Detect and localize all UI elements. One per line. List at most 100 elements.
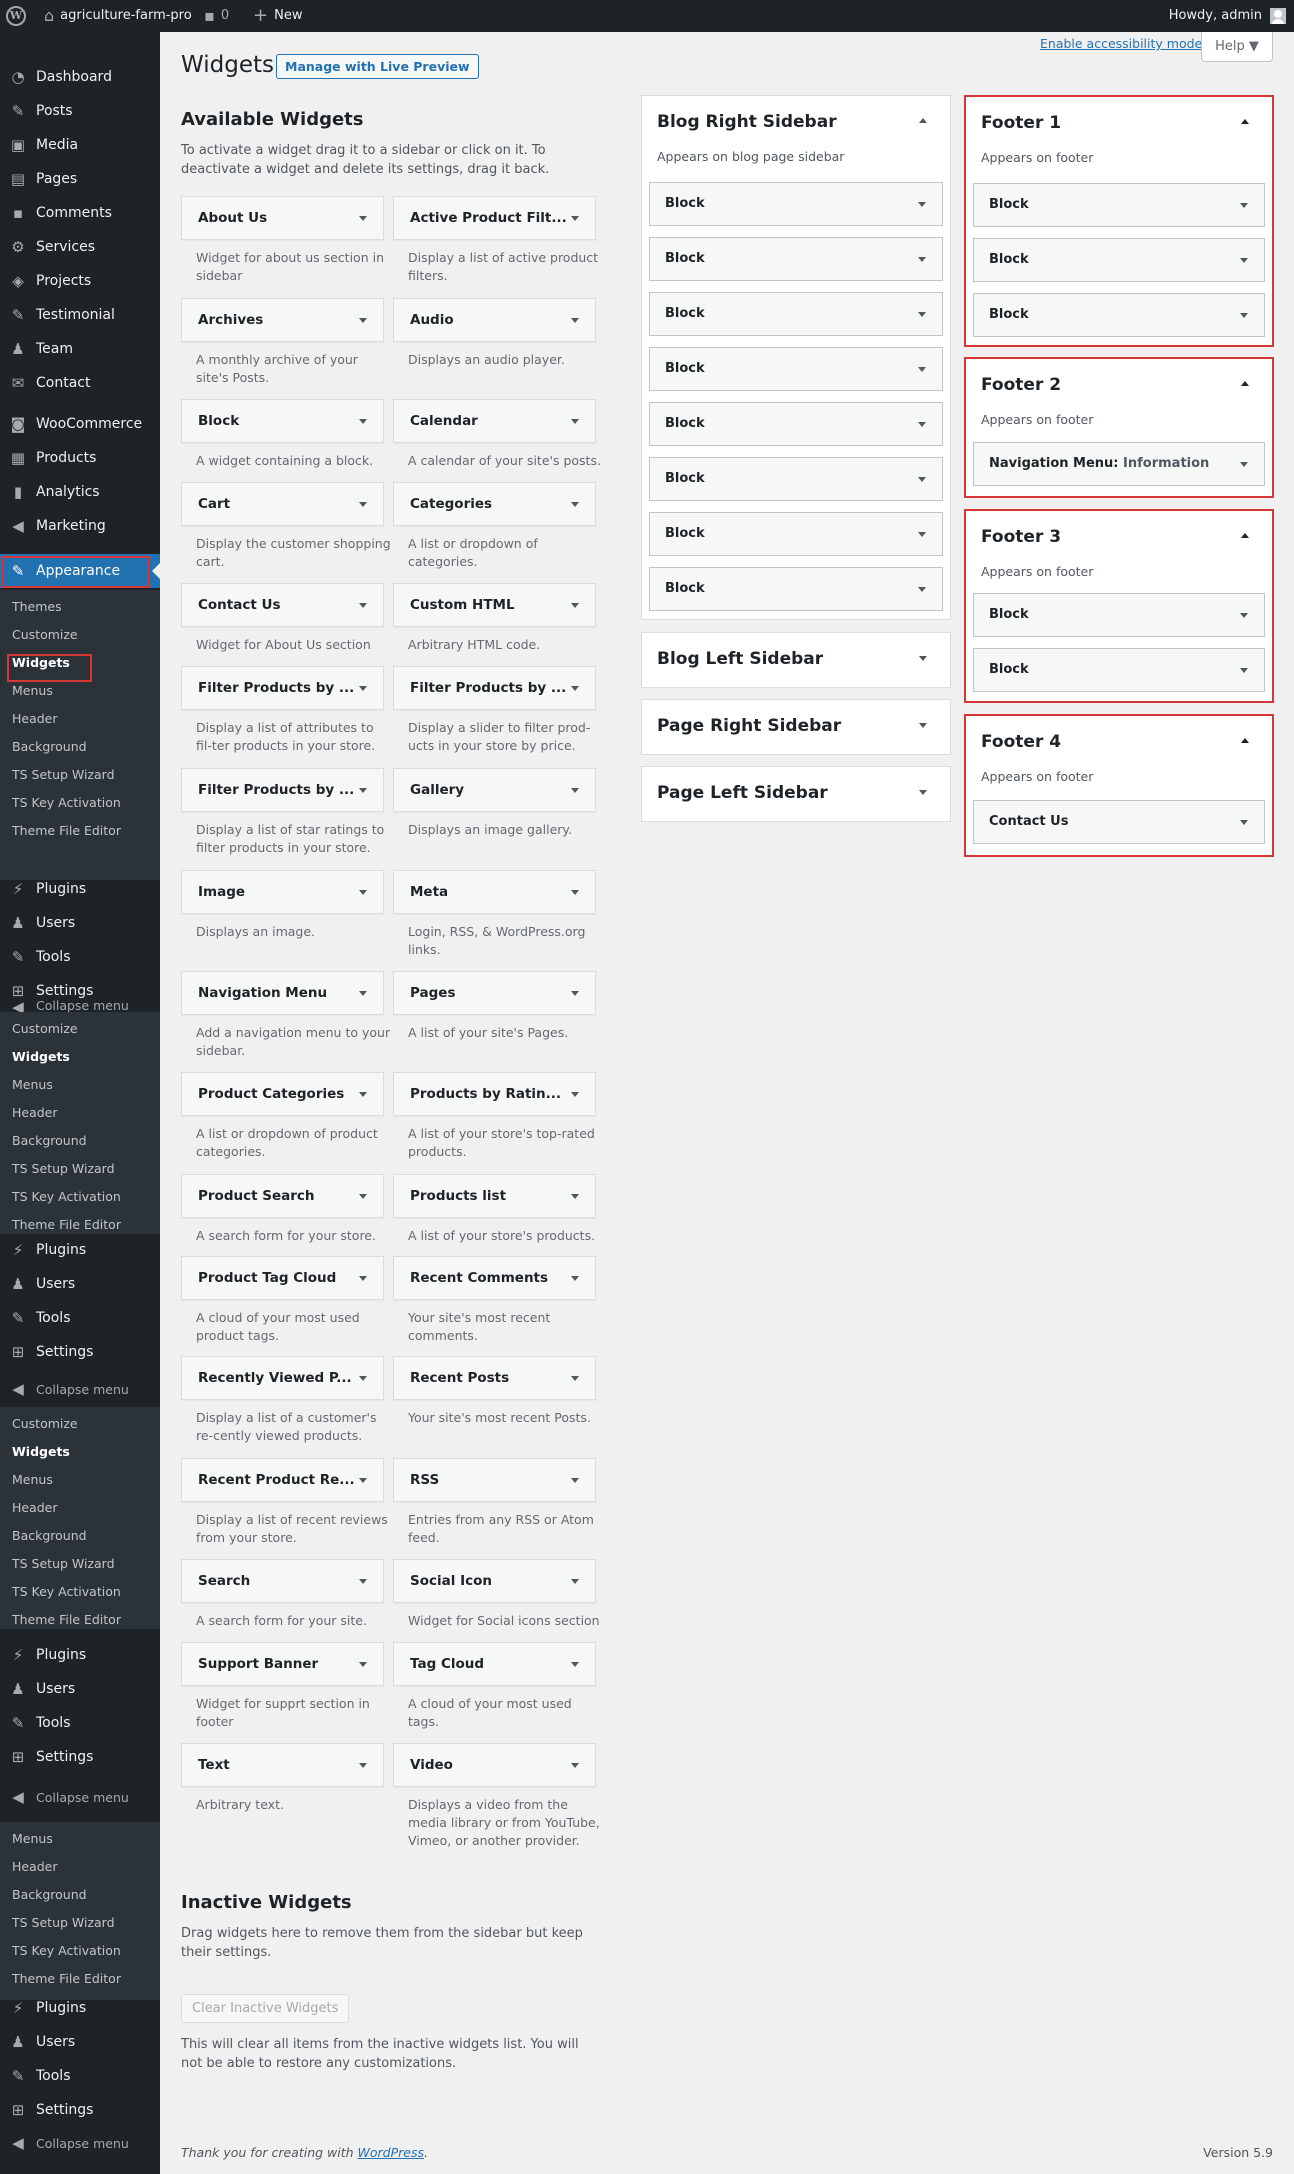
collapse-arrow-icon[interactable]: [919, 118, 927, 123]
chevron-down-icon[interactable]: [359, 788, 367, 793]
submenu-item-header[interactable]: Header: [12, 1102, 58, 1124]
chevron-down-icon[interactable]: [359, 603, 367, 608]
footer-1-sidebar[interactable]: Footer 1 Appears on footer Block Block Blo…: [964, 95, 1274, 347]
sidebar-widget[interactable]: Block: [649, 347, 943, 391]
chevron-down-icon[interactable]: [918, 367, 926, 372]
widget-product-categories[interactable]: Product Categories: [181, 1072, 384, 1116]
wordpress-link[interactable]: WordPress: [358, 2145, 424, 2160]
widget-product-tag-cloud[interactable]: Product Tag Cloud: [181, 1256, 384, 1300]
submenu-item-menus[interactable]: Menus: [12, 1469, 53, 1491]
submenu-item-customize[interactable]: Customize: [12, 624, 78, 646]
widget-text[interactable]: Text: [181, 1743, 384, 1787]
blog-left-sidebar[interactable]: Blog Left Sidebar: [641, 632, 951, 688]
sidebar-widget[interactable]: Contact Us: [973, 800, 1265, 844]
chevron-down-icon[interactable]: [359, 502, 367, 507]
widget-calendar[interactable]: Calendar: [393, 399, 596, 443]
submenu-item-menus[interactable]: Menus: [12, 680, 53, 702]
collapse-arrow-icon[interactable]: [1241, 381, 1249, 386]
menu-item-woocommerce[interactable]: ◙ WooCommerce: [0, 407, 160, 441]
menu-item-settings[interactable]: ⊞ Settings: [0, 1335, 160, 1369]
menu-item-plugins[interactable]: ⚡ Plugins: [0, 872, 160, 906]
submenu-item-ts-setup-wizard[interactable]: TS Setup Wizard: [12, 1158, 115, 1180]
chevron-down-icon[interactable]: [571, 1194, 579, 1199]
chevron-down-icon[interactable]: [571, 788, 579, 793]
menu-item-contact[interactable]: ✉ Contact: [0, 366, 160, 400]
widget-social-icon[interactable]: Social Icon: [393, 1559, 596, 1603]
menu-item-media[interactable]: ▣ Media: [0, 128, 160, 162]
chevron-down-icon[interactable]: [571, 603, 579, 608]
site-name-link[interactable]: ⌂ agriculture-farm-pro: [44, 0, 192, 32]
sidebar-widget[interactable]: Block: [649, 292, 943, 336]
chevron-down-icon[interactable]: [571, 686, 579, 691]
sidebar-widget[interactable]: Block: [649, 567, 943, 611]
chevron-down-icon[interactable]: [359, 1662, 367, 1667]
chevron-down-icon[interactable]: [918, 257, 926, 262]
widget-archives[interactable]: Archives: [181, 298, 384, 342]
submenu-item-theme-file-editor[interactable]: Theme File Editor: [12, 1609, 121, 1631]
footer-3-sidebar[interactable]: Footer 3 Appears on footer Block Block: [964, 509, 1274, 703]
menu-item-users[interactable]: ♟ Users: [0, 2025, 160, 2059]
footer-4-sidebar[interactable]: Footer 4 Appears on footer Contact Us: [964, 714, 1274, 857]
widget-active-product-filt[interactable]: Active Product Filt...: [393, 196, 596, 240]
widget-block[interactable]: Block: [181, 399, 384, 443]
footer-2-sidebar[interactable]: Footer 2 Appears on footer Navigation Me…: [964, 357, 1274, 498]
blog-right-sidebar[interactable]: Blog Right Sidebar Appears on blog page …: [641, 95, 951, 620]
submenu-item-ts-key-activation[interactable]: TS Key Activation: [12, 1940, 121, 1962]
menu-item-posts[interactable]: ✎ Posts: [0, 94, 160, 128]
menu-item-plugins[interactable]: ⚡ Plugins: [0, 1638, 160, 1672]
widget-products-list[interactable]: Products list: [393, 1174, 596, 1218]
chevron-down-icon[interactable]: [359, 419, 367, 424]
menu-item-pages[interactable]: ▤ Pages: [0, 162, 160, 196]
chevron-down-icon[interactable]: [571, 1092, 579, 1097]
chevron-down-icon[interactable]: [359, 1194, 367, 1199]
widget-products-by-ratin[interactable]: Products by Ratin...: [393, 1072, 596, 1116]
sidebar-widget[interactable]: Block: [973, 648, 1265, 692]
widget-gallery[interactable]: Gallery: [393, 768, 596, 812]
widget-product-search[interactable]: Product Search: [181, 1174, 384, 1218]
chevron-down-icon[interactable]: [571, 1276, 579, 1281]
comments-link[interactable]: ▪ 0: [204, 0, 229, 32]
menu-item-plugins[interactable]: ⚡ Plugins: [0, 1991, 160, 2025]
chevron-down-icon[interactable]: [359, 1763, 367, 1768]
menu-item-services[interactable]: ⚙ Services: [0, 230, 160, 264]
chevron-down-icon[interactable]: [918, 202, 926, 207]
submenu-item-ts-key-activation[interactable]: TS Key Activation: [12, 792, 121, 814]
menu-item-users[interactable]: ♟ Users: [0, 1672, 160, 1706]
chevron-down-icon[interactable]: [1240, 820, 1248, 825]
sidebar-widget-navigation-menu[interactable]: Navigation Menu: Information: [973, 442, 1265, 486]
chevron-down-icon[interactable]: [1240, 203, 1248, 208]
widget-tag-cloud[interactable]: Tag Cloud: [393, 1642, 596, 1686]
submenu-item-background[interactable]: Background: [12, 1130, 87, 1152]
widget-cart[interactable]: Cart: [181, 482, 384, 526]
widget-navigation-menu[interactable]: Navigation Menu: [181, 971, 384, 1015]
widget-audio[interactable]: Audio: [393, 298, 596, 342]
widget-search[interactable]: Search: [181, 1559, 384, 1603]
chevron-down-icon[interactable]: [1240, 668, 1248, 673]
expand-arrow-icon[interactable]: [919, 723, 927, 728]
sidebar-widget[interactable]: Block: [649, 512, 943, 556]
collapse-menu-button[interactable]: ◀ Collapse menu: [0, 2126, 160, 2160]
chevron-down-icon[interactable]: [359, 1478, 367, 1483]
submenu-item-ts-setup-wizard[interactable]: TS Setup Wizard: [12, 1912, 115, 1934]
sidebar-widget[interactable]: Block: [973, 183, 1265, 227]
chevron-down-icon[interactable]: [918, 477, 926, 482]
clear-inactive-button[interactable]: Clear Inactive Widgets: [181, 1994, 350, 2023]
chevron-down-icon[interactable]: [359, 991, 367, 996]
chevron-down-icon[interactable]: [571, 216, 579, 221]
chevron-down-icon[interactable]: [359, 1376, 367, 1381]
sidebar-widget[interactable]: Block: [649, 182, 943, 226]
page-left-sidebar[interactable]: Page Left Sidebar: [641, 766, 951, 822]
menu-item-tools[interactable]: ✎ Tools: [0, 2059, 160, 2093]
menu-item-users[interactable]: ♟ Users: [0, 906, 160, 940]
chevron-down-icon[interactable]: [918, 422, 926, 427]
widget-recent-product-re[interactable]: Recent Product Re...: [181, 1458, 384, 1502]
collapse-arrow-icon[interactable]: [1241, 533, 1249, 538]
chevron-down-icon[interactable]: [1240, 613, 1248, 618]
submenu-item-ts-setup-wizard[interactable]: TS Setup Wizard: [12, 1553, 115, 1575]
collapse-arrow-icon[interactable]: [1241, 119, 1249, 124]
chevron-down-icon[interactable]: [571, 1478, 579, 1483]
widget-filter-products-by[interactable]: Filter Products by ...: [181, 768, 384, 812]
submenu-item-background[interactable]: Background: [12, 1525, 87, 1547]
chevron-down-icon[interactable]: [571, 991, 579, 996]
widget-about-us[interactable]: About Us: [181, 196, 384, 240]
